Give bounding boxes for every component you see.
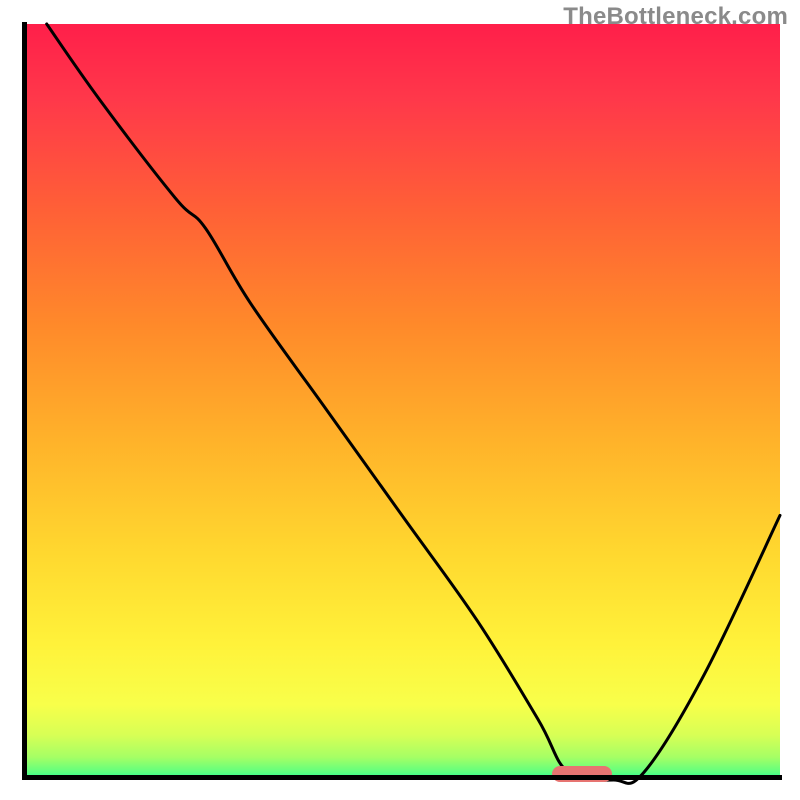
x-axis-line: [22, 775, 782, 780]
axes: [0, 0, 800, 800]
chart-container: TheBottleneck.com: [0, 0, 800, 800]
y-axis-line: [22, 22, 27, 780]
